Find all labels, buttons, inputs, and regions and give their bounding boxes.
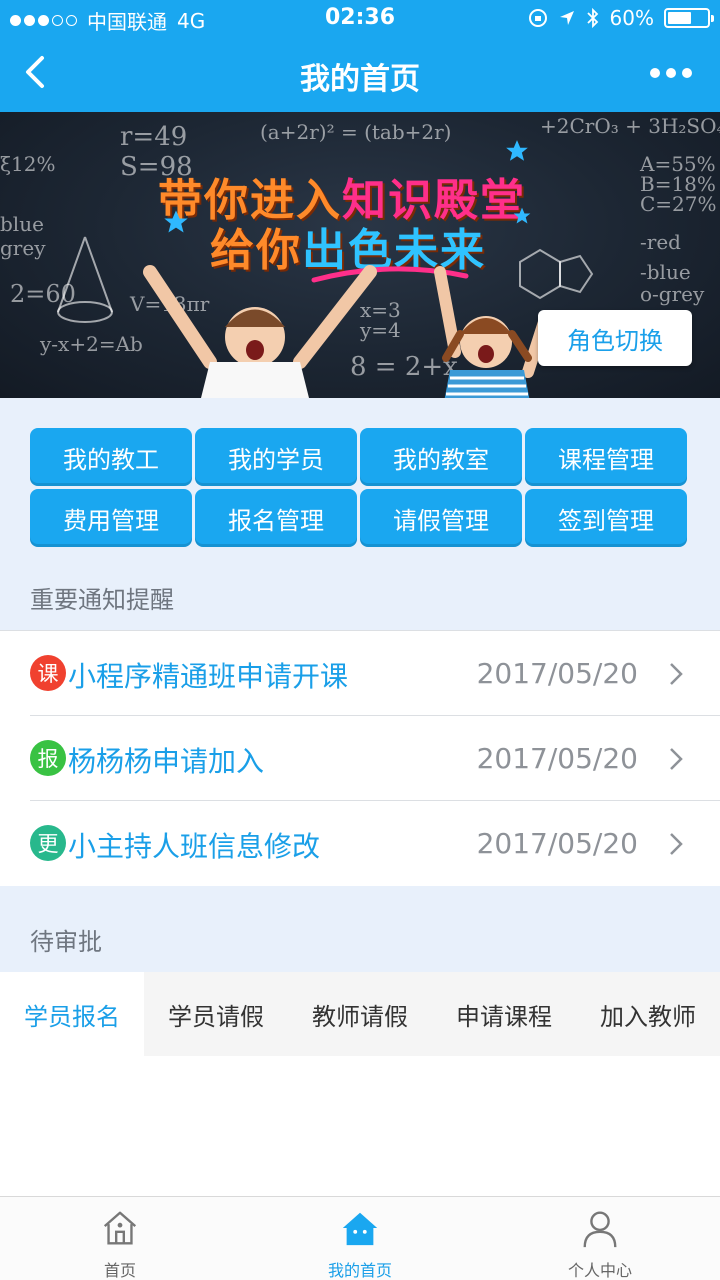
tab-teacher-leave[interactable]: 教师请假 <box>288 972 432 1056</box>
battery-icon <box>664 8 714 28</box>
battery-percent: 60% <box>609 6 654 30</box>
star-icon <box>513 207 531 224</box>
bottom-nav-label: 我的首页 <box>327 1261 392 1280</box>
bottom-nav-home[interactable]: 首页 <box>0 1197 240 1280</box>
chevron-right-icon <box>670 833 683 855</box>
bottom-nav-label: 个人中心 <box>567 1261 632 1280</box>
notice-badge: 更 <box>30 825 66 861</box>
user-icon <box>583 1211 617 1248</box>
home-outline-icon <box>103 1211 137 1245</box>
notice-badge: 报 <box>30 740 66 776</box>
more-dots-icon[interactable] <box>650 68 692 78</box>
pending-section: 待审批 <box>0 886 720 972</box>
pending-section-title: 待审批 <box>30 928 102 956</box>
chalk-decoration: grey <box>0 236 46 260</box>
chalk-decoration: y-x+2=Ab <box>40 332 143 356</box>
location-arrow-icon <box>559 11 574 25</box>
notice-date: 2017/05/20 <box>476 657 638 690</box>
chevron-right-icon <box>670 748 683 770</box>
chalk-decoration: o-grey <box>640 282 705 306</box>
page-title: 我的首页 <box>300 62 420 97</box>
quick-action-my-classrooms[interactable]: 我的教室 <box>360 428 522 486</box>
bottom-nav-my-home[interactable]: 我的首页 <box>240 1197 480 1280</box>
bottom-nav-profile[interactable]: 个人中心 <box>480 1197 720 1280</box>
notices-section-title: 重要通知提醒 <box>30 586 174 614</box>
notice-badge: 课 <box>30 655 66 691</box>
status-right: 60% <box>528 6 714 30</box>
chevron-right-icon <box>670 663 683 685</box>
nav-bar: 我的首页 <box>0 38 720 112</box>
chalk-decoration: -blue <box>640 260 691 284</box>
hero-banner: r=49 S=98 (a+2r)² = (tab+2r) +2CrO₃ + 3H… <box>0 112 720 398</box>
notice-text: 小程序精通班申请开课 <box>68 660 349 693</box>
notice-date: 2017/05/20 <box>476 827 638 860</box>
quick-actions-section: 我的教工 我的学员 我的教室 课程管理 费用管理 报名管理 请假管理 签到管理 … <box>0 398 720 630</box>
quick-action-leave-management[interactable]: 请假管理 <box>360 489 522 547</box>
chalk-decoration: r=49 <box>120 122 188 152</box>
bottom-nav-label: 首页 <box>103 1261 136 1280</box>
chalk-decoration: ξ12% <box>0 152 56 176</box>
star-icon <box>506 140 528 161</box>
notice-row[interactable]: 报 杨杨杨申请加入 2017/05/20 <box>0 716 720 801</box>
star-icon <box>164 210 188 233</box>
top-bar: 中国联通 4G 02:36 60% 我的首页 <box>0 0 720 112</box>
chalk-decoration: (a+2r)² = (tab+2r) <box>260 120 452 144</box>
notices-list: 课 小程序精通班申请开课 2017/05/20 报 杨杨杨申请加入 2017/0… <box>0 630 720 886</box>
quick-action-fee-management[interactable]: 费用管理 <box>30 489 192 547</box>
tab-student-enrollment[interactable]: 学员报名 <box>0 972 144 1056</box>
notice-text: 小主持人班信息修改 <box>68 830 321 863</box>
boy-illustration-icon <box>143 265 377 398</box>
bottom-nav: 首页 我的首页 个人中心 <box>0 1196 720 1280</box>
status-bar: 中国联通 4G 02:36 60% <box>0 0 720 38</box>
cone-sketch-icon <box>57 236 113 323</box>
chalk-decoration: C=27% <box>640 192 717 216</box>
tab-student-leave[interactable]: 学员请假 <box>144 972 288 1056</box>
chalk-decoration: -red <box>640 230 681 254</box>
home-smile-icon <box>342 1212 378 1246</box>
notice-row[interactable]: 更 小主持人班信息修改 2017/05/20 <box>0 801 720 886</box>
notice-date: 2017/05/20 <box>476 742 638 775</box>
notice-text: 杨杨杨申请加入 <box>68 745 265 778</box>
quick-action-my-staff[interactable]: 我的教工 <box>30 428 192 486</box>
role-switch-button[interactable]: 角色切换 <box>538 310 692 366</box>
pending-tabs: 学员报名 学员请假 教师请假 申请课程 加入教师 <box>0 972 720 1056</box>
tab-join-teacher[interactable]: 加入教师 <box>576 972 720 1056</box>
quick-action-checkin-management[interactable]: 签到管理 <box>525 489 687 547</box>
orientation-lock-icon <box>528 9 547 27</box>
chalk-decoration: +2CrO₃ + 3H₂SO₄ <box>540 114 720 138</box>
quick-action-enrollment-management[interactable]: 报名管理 <box>195 489 357 547</box>
bluetooth-icon <box>586 7 598 29</box>
quick-action-my-students[interactable]: 我的学员 <box>195 428 357 486</box>
chalk-decoration: blue <box>0 212 44 236</box>
tab-course-application[interactable]: 申请课程 <box>432 972 576 1056</box>
quick-action-course-management[interactable]: 课程管理 <box>525 428 687 486</box>
notice-row[interactable]: 课 小程序精通班申请开课 2017/05/20 <box>0 631 720 716</box>
